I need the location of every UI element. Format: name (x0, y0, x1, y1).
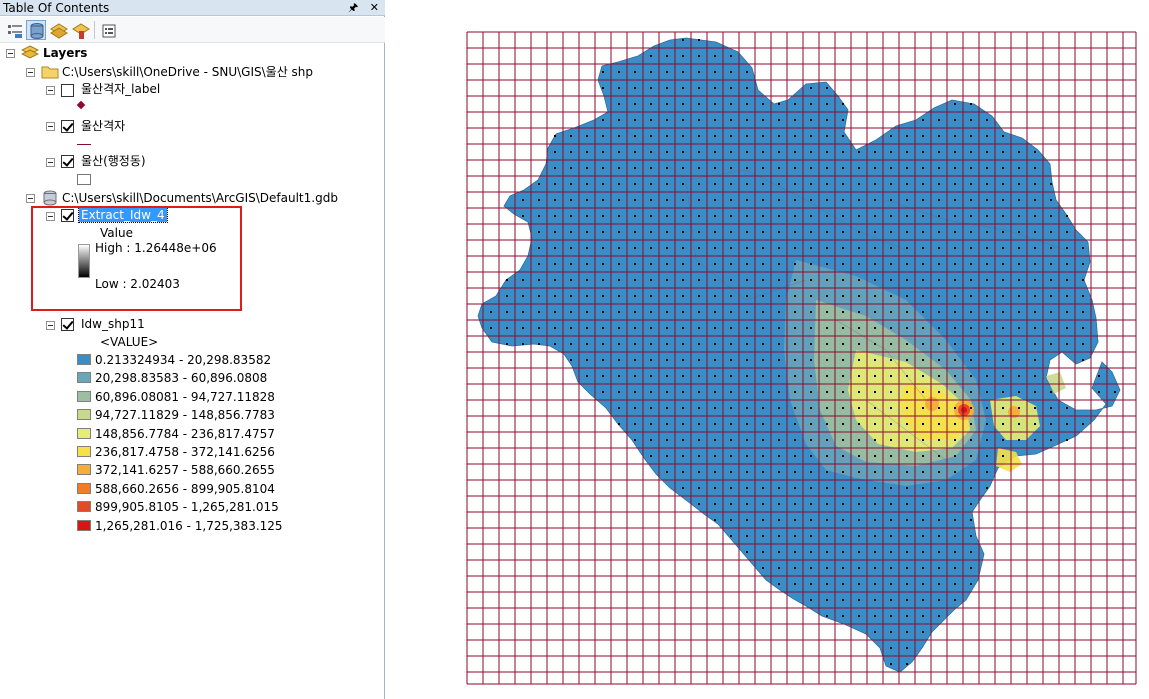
layer-admin-collapse-toggle[interactable] (46, 158, 55, 167)
legend-class-label: 148,856.7784 - 236,817.4757 (95, 426, 275, 441)
legend-class-label: 60,896.08081 - 94,727.11828 (95, 389, 275, 404)
layers-icon (20, 45, 40, 61)
list-by-drawing-order-icon[interactable] (4, 20, 24, 40)
toc-title: Table Of Contents (3, 1, 110, 15)
legend-swatch[interactable] (77, 390, 91, 402)
legend-swatch[interactable] (77, 446, 91, 457)
legend-swatch[interactable] (77, 519, 91, 531)
layer-admin-visibility-checkbox[interactable] (61, 155, 74, 168)
layer-grid-name[interactable]: 울산격자 (81, 117, 125, 135)
toc-title-bar: Table Of Contents 🖈︎ ✕ (0, 0, 385, 16)
layer-label-visibility-checkbox[interactable] (61, 84, 74, 97)
legend-swatch[interactable] (77, 482, 91, 494)
legend-class-label: 94,727.11829 - 148,856.7783 (95, 408, 275, 423)
folder-collapse-toggle[interactable] (26, 68, 35, 77)
legend-class-label: 899,905.8105 - 1,265,281.015 (95, 500, 279, 515)
legend-swatch[interactable] (77, 372, 91, 384)
legend-class-label: 236,817.4758 - 372,141.6256 (95, 445, 275, 459)
legend-swatch[interactable] (77, 354, 91, 365)
line-symbol-icon (77, 144, 91, 145)
hotspot (941, 425, 951, 435)
layer-admin-name[interactable]: 울산(행정동) (81, 152, 146, 170)
options-icon[interactable] (98, 20, 118, 40)
legend-swatch[interactable] (77, 427, 91, 439)
map-canvas[interactable] (386, 0, 1149, 699)
list-by-source-icon[interactable] (26, 20, 46, 40)
layers-root-label[interactable]: Layers (43, 44, 87, 62)
toc-toolbar (0, 17, 385, 43)
highlight-box (31, 206, 242, 311)
legend-swatch[interactable] (77, 409, 91, 421)
close-icon[interactable]: ✕ (370, 1, 379, 14)
gdb-path-label[interactable]: C:\Users\skill\Documents\ArcGIS\Default1… (62, 189, 338, 207)
legend-swatch[interactable] (77, 501, 91, 513)
gdb-collapse-toggle[interactable] (26, 194, 35, 203)
list-by-selection-icon[interactable] (70, 20, 90, 40)
idw-collapse-toggle[interactable] (46, 321, 55, 330)
table-of-contents-panel: Table Of Contents 🖈︎ ✕ Layers C:\Users\s… (0, 0, 385, 699)
folder-icon (41, 64, 59, 80)
legend-class-label: 20,298.83583 - 60,896.0808 (95, 371, 268, 386)
legend-class-label: 1,265,281.016 - 1,725,383.125 (95, 518, 283, 533)
pin-icon[interactable]: 🖈︎ (348, 1, 358, 14)
point-symbol-icon (76, 100, 86, 110)
legend-class-label: 588,660.2656 - 899,905.8104 (95, 481, 275, 496)
list-by-visibility-icon[interactable] (48, 20, 68, 40)
map-view[interactable] (386, 0, 1149, 699)
idw-visibility-checkbox[interactable] (61, 318, 74, 331)
database-icon (42, 190, 58, 206)
idw-field-label: <VALUE> (100, 335, 159, 349)
layers-collapse-toggle[interactable] (6, 49, 15, 58)
layer-label-collapse-toggle[interactable] (46, 86, 55, 95)
hotspot (925, 397, 939, 411)
folder-path-label[interactable]: C:\Users\skill\OneDrive - SNU\GIS\울산 shp (62, 63, 313, 81)
layer-label-name[interactable]: 울산격자_label (81, 80, 160, 98)
layer-grid-visibility-checkbox[interactable] (61, 120, 74, 133)
layer-grid-collapse-toggle[interactable] (46, 122, 55, 131)
legend-class-label: 0.213324934 - 20,298.83582 (95, 353, 272, 367)
legend-swatch[interactable] (77, 464, 91, 476)
legend-class-label: 372,141.6257 - 588,660.2655 (95, 463, 275, 478)
idw-layer-name[interactable]: Idw_shp11 (81, 315, 145, 333)
hotspot (961, 407, 967, 413)
polygon-symbol-icon (77, 174, 91, 185)
